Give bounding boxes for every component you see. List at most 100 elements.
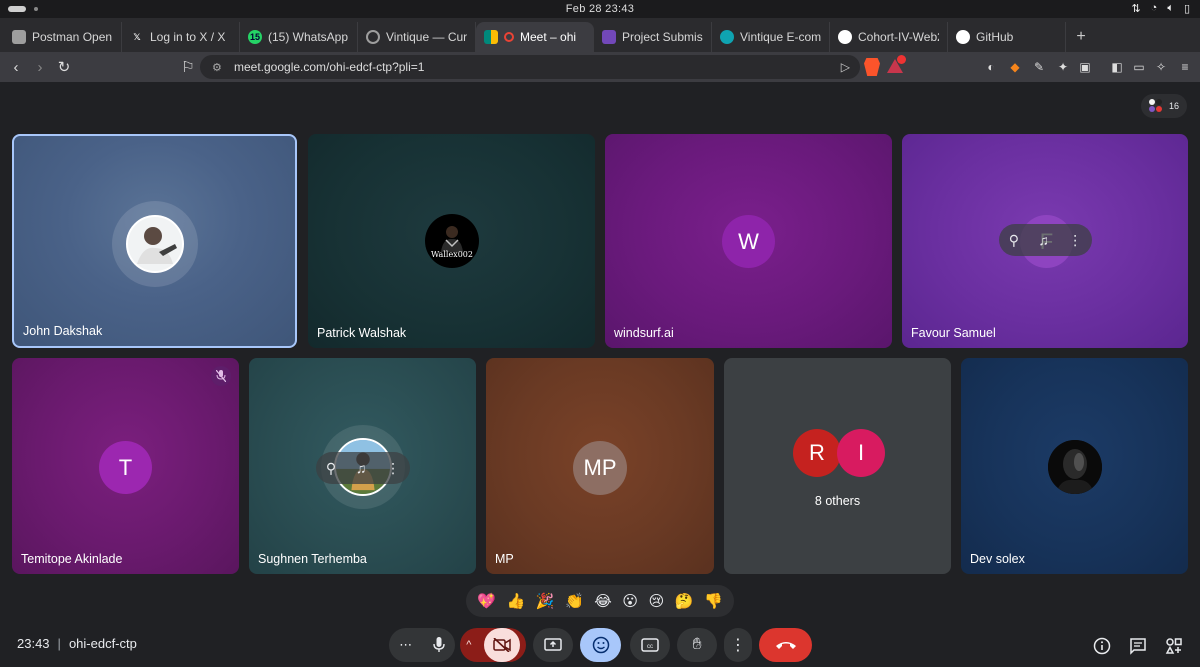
video-controls: ^	[460, 628, 526, 662]
more-vert-icon: ⋮	[730, 637, 746, 654]
meet-icon	[484, 30, 498, 44]
metamask-icon[interactable]: ◆	[1006, 58, 1024, 76]
wifi-icon: ◔	[1150, 2, 1158, 14]
party-popper-reaction[interactable]: 🎉	[536, 592, 555, 610]
activities-button[interactable]	[1164, 636, 1184, 656]
reactions-bar: 💖 👍 🎉 👏 😂 😮 😢 🤔 👎	[466, 585, 734, 617]
tab-label: Log in to X / X	[150, 30, 226, 44]
participant-avatars-icon	[1149, 99, 1163, 113]
participant-tile[interactable]: Wallex002 Patrick Walshak	[308, 134, 595, 348]
chat-button[interactable]	[1128, 636, 1148, 656]
thinking-reaction[interactable]: 🤔	[675, 592, 694, 610]
wallet-icon[interactable]: ▭	[1130, 58, 1148, 76]
camera-off-icon	[493, 638, 511, 652]
reactions-button[interactable]	[580, 628, 621, 662]
info-icon	[1093, 637, 1111, 655]
url-text[interactable]: meet.google.com/ohi-edcf-ctp?pli=1	[234, 60, 424, 74]
avatar	[1048, 440, 1102, 494]
system-tray[interactable]: ⇅ ◔ 🔈︎ ▯	[1131, 2, 1190, 15]
postman-icon	[12, 30, 26, 44]
microphone-icon[interactable]	[433, 637, 445, 653]
tab-github[interactable]: GitHub	[948, 22, 1066, 52]
tab-whatsapp[interactable]: 15 (15) WhatsApp	[240, 22, 358, 52]
participant-tile[interactable]: John Dakshak	[12, 134, 297, 348]
tab-x[interactable]: 𝕏 Log in to X / X	[122, 22, 240, 52]
sparkling-heart-reaction[interactable]: 💖	[477, 592, 496, 610]
audio-settings-icon[interactable]: ⋯	[399, 637, 412, 653]
captions-button[interactable]: cc	[630, 628, 670, 662]
back-icon[interactable]: ‹	[4, 55, 28, 79]
surprised-reaction[interactable]: 😮	[622, 592, 638, 610]
eyedropper-icon[interactable]: ✎	[1030, 58, 1048, 76]
more-options-icon[interactable]: ⋮	[386, 460, 400, 477]
tab-label: GitHub	[976, 30, 1014, 44]
participant-tile[interactable]: MP MP	[486, 358, 714, 574]
laughing-reaction[interactable]: 😂	[594, 592, 612, 610]
workspace-indicator[interactable]	[8, 6, 26, 12]
chat-icon	[1130, 638, 1146, 655]
sidebar-icon[interactable]: ◧	[1108, 58, 1126, 76]
sad-reaction[interactable]: 😢	[649, 592, 665, 610]
others-tile[interactable]: R I 8 others	[724, 358, 951, 574]
reload-icon[interactable]: ↻	[52, 55, 76, 79]
leo-ai-icon[interactable]: ✧	[1152, 58, 1170, 76]
more-options-icon[interactable]: ⋮	[1068, 232, 1082, 249]
battery-icon: ▯	[1183, 3, 1190, 15]
address-bar[interactable]: ⚙ meet.google.com/ohi-edcf-ctp?pli=1 ▷	[200, 55, 860, 79]
extensions-puzzle-icon[interactable]: ✦	[1054, 58, 1072, 76]
camera-off-button[interactable]	[483, 628, 520, 662]
present-screen-button[interactable]	[533, 628, 573, 662]
brave-shields-icon[interactable]	[864, 58, 880, 76]
pin-icon[interactable]: ⚲	[1009, 232, 1019, 249]
participant-name: windsurf.ai	[614, 326, 674, 340]
tab-label: Vintique E-comm	[740, 30, 821, 44]
thumbs-down-reaction[interactable]: 👎	[704, 592, 723, 610]
participant-tile[interactable]: W windsurf.ai	[605, 134, 892, 348]
system-top-bar: Feb 28 23:43 ⇅ ◔ 🔈︎ ▯	[0, 0, 1200, 18]
participant-tile[interactable]: Dev solex	[961, 358, 1188, 574]
participants-chip[interactable]: 16	[1141, 94, 1187, 118]
workspace-dot[interactable]	[34, 7, 38, 11]
forward-icon[interactable]: ›	[28, 55, 52, 79]
tab-project-submission[interactable]: Project Submiss	[594, 22, 712, 52]
windsurf-icon	[720, 30, 734, 44]
system-clock[interactable]: Feb 28 23:43	[566, 3, 634, 15]
mute-participant-icon[interactable]: ♫	[356, 460, 367, 476]
participant-tile[interactable]: F ⚲ ♫ ⋮ Favour Samuel	[902, 134, 1188, 348]
site-info-icon[interactable]: ⚙	[212, 61, 226, 74]
new-tab-button[interactable]: +	[1066, 22, 1096, 52]
avatar: Wallex002	[425, 214, 479, 268]
participant-tile[interactable]: T Temitope Akinlade	[12, 358, 239, 574]
send-to-device-icon[interactable]: ▷	[841, 60, 850, 74]
screenshot-icon[interactable]: ▣	[1076, 58, 1094, 76]
network-icon: ⇅	[1131, 3, 1141, 15]
clapping-reaction[interactable]: 👏	[565, 592, 584, 610]
tab-postman[interactable]: Postman Open S	[4, 22, 122, 52]
profile-photo-icon	[441, 225, 463, 252]
thumbs-up-reaction[interactable]: 👍	[507, 592, 526, 610]
raise-hand-button[interactable]: ✋︎	[677, 628, 717, 662]
tab-vintique-ecomm[interactable]: Vintique E-comm	[712, 22, 830, 52]
meeting-details-button[interactable]	[1092, 636, 1112, 656]
tab-vintique-cura[interactable]: Vintique — Cura	[358, 22, 476, 52]
leave-call-button[interactable]	[759, 628, 812, 662]
svg-text:cc: cc	[647, 644, 653, 650]
tab-label: Meet – ohi	[520, 30, 577, 44]
globe-icon	[366, 30, 380, 44]
forms-icon	[602, 30, 616, 44]
more-options-button[interactable]: ⋮	[724, 628, 752, 662]
menu-icon[interactable]: ≡	[1176, 58, 1194, 76]
tab-meet[interactable]: Meet – ohi	[476, 22, 594, 52]
participant-name: Patrick Walshak	[317, 326, 407, 340]
bookmark-icon[interactable]: ⚐	[176, 55, 200, 79]
present-screen-icon	[544, 638, 562, 651]
chevron-up-icon[interactable]: ^	[466, 639, 471, 651]
tile-hover-controls: ⚲ ♫ ⋮	[999, 224, 1092, 256]
tab-label: Project Submiss	[622, 30, 703, 44]
tab-label: Postman Open S	[32, 30, 113, 44]
extension-icon[interactable]: ◐	[982, 58, 1000, 76]
tab-cohort[interactable]: Cohort-IV-Web2	[830, 22, 948, 52]
pin-icon[interactable]: ⚲	[326, 460, 336, 477]
participant-tile[interactable]: ⚲ ♫ ⋮ Sughnen Terhemba	[249, 358, 476, 574]
mute-participant-icon[interactable]: ♫	[1038, 232, 1049, 248]
